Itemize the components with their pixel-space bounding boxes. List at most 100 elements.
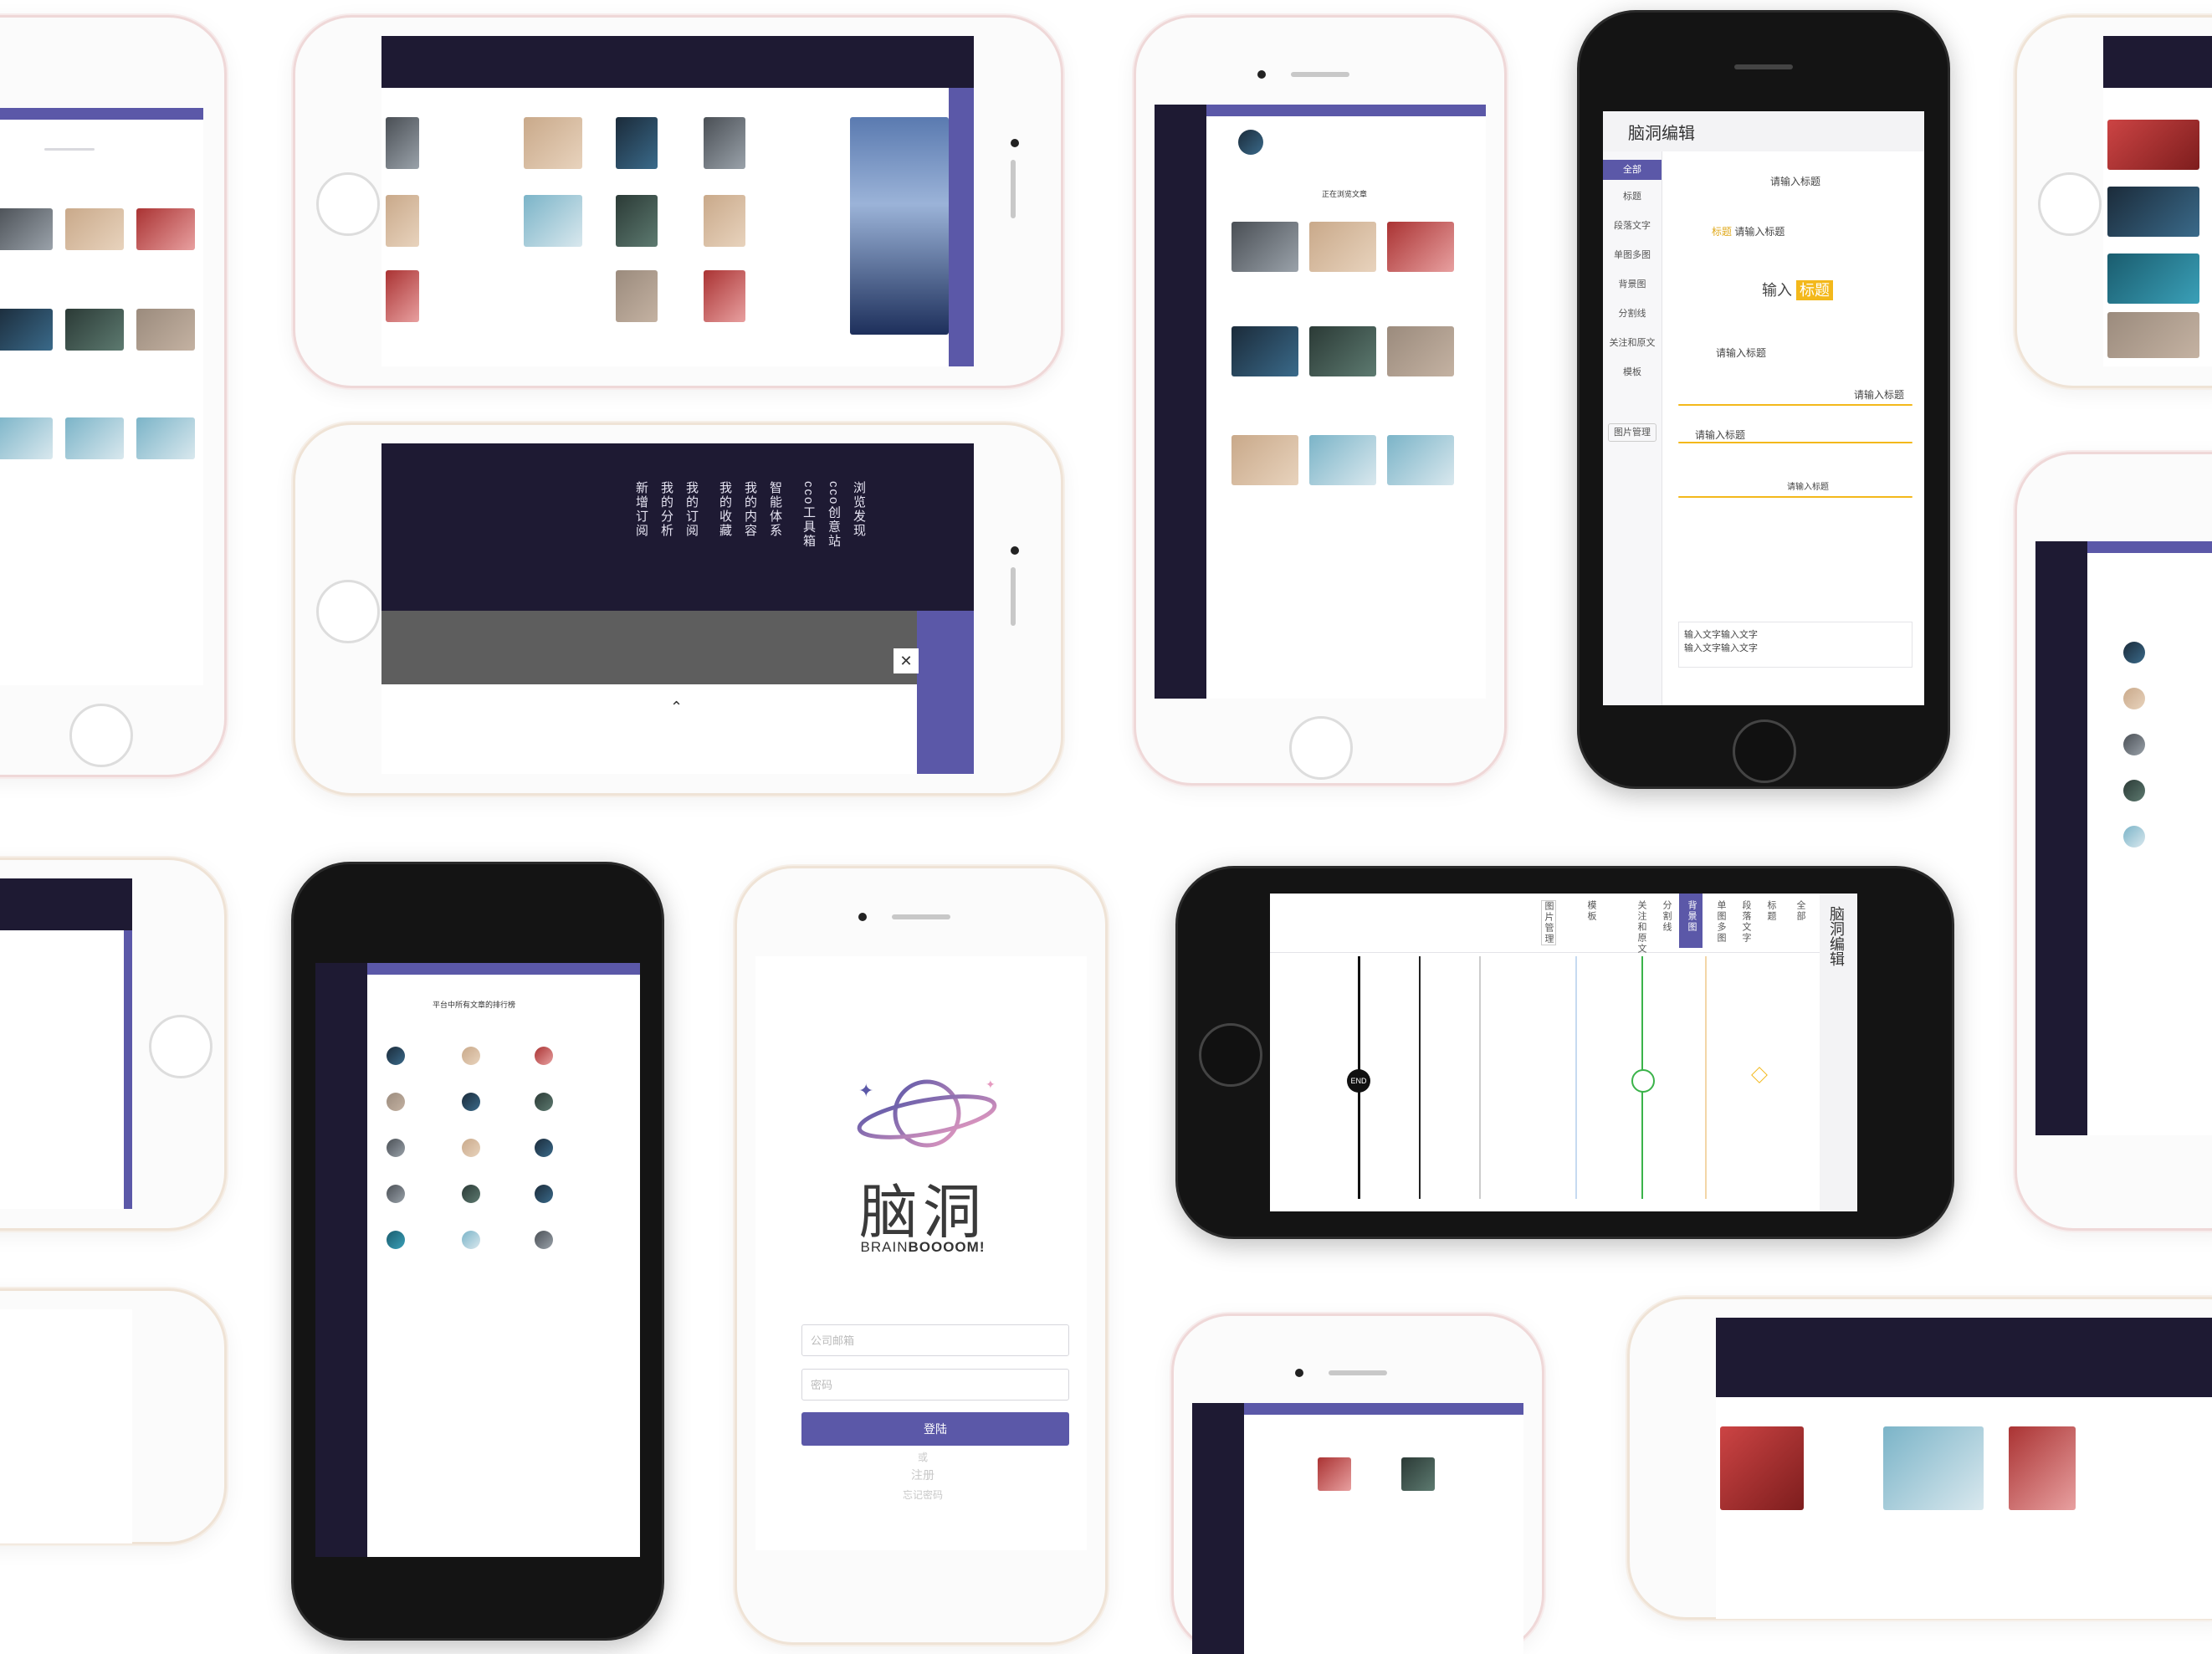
tab-follow[interactable]: 关注和原文 xyxy=(1635,900,1648,955)
phone-left-bottom-2 xyxy=(0,1288,227,1544)
sample-title-4[interactable]: 请输入标题 xyxy=(1716,346,1766,360)
close-button[interactable]: ✕ xyxy=(894,648,919,673)
image-manage-button[interactable]: 图片管理 xyxy=(1608,423,1656,442)
login-button[interactable]: 登陆 xyxy=(801,1412,1069,1446)
screen xyxy=(2103,36,2212,366)
screen xyxy=(1192,1403,1523,1654)
phone-landscape-grid xyxy=(293,15,1063,388)
phone-left-bottom xyxy=(0,858,227,1231)
nav-panel xyxy=(381,443,974,611)
sidebar xyxy=(381,36,974,88)
menu-item-0[interactable]: 浏览发现 xyxy=(850,481,868,538)
home-button[interactable] xyxy=(316,172,380,236)
screen xyxy=(1716,1318,2212,1619)
phone-right-top xyxy=(2015,15,2212,388)
image-manage-button[interactable]: 图片管理 xyxy=(1541,900,1556,945)
screen xyxy=(2035,541,2212,1135)
avatar xyxy=(1238,130,1263,155)
end-marker: END xyxy=(1347,1069,1370,1093)
phone-dashboard-portrait: 正在浏览文章 xyxy=(1134,15,1507,786)
top-bar xyxy=(1206,105,1486,116)
sample-body[interactable]: 输入文字输入文字 输入文字输入文字 xyxy=(1678,622,1912,668)
tab-paragraph[interactable]: 段落文字 xyxy=(1739,900,1753,944)
menu-item-2[interactable]: cco工具箱 xyxy=(800,481,817,548)
chevron-up-icon[interactable]: ⌃ xyxy=(670,699,683,716)
sidebar xyxy=(315,963,367,1557)
tab-template[interactable]: 模板 xyxy=(1585,900,1598,922)
screen xyxy=(381,36,974,366)
sample-title-7[interactable]: 请输入标题 xyxy=(1787,479,1829,492)
phone-editor-portrait: 脑洞编辑 全部 标题 段落文字 单图多图 背景图 分割线 关注和原文 模板 图片… xyxy=(1577,10,1950,789)
screen: 正在浏览文章 xyxy=(1155,105,1486,699)
sample-title-1[interactable]: 请输入标题 xyxy=(1770,174,1820,188)
sidebar xyxy=(1155,105,1206,699)
list-heading: 平台中所有文章的排行榜 xyxy=(433,1001,516,1009)
tab-divider[interactable]: 分割线 xyxy=(1660,900,1673,933)
home-button[interactable] xyxy=(149,1015,212,1078)
menu-item-1[interactable]: cco创意站 xyxy=(825,481,842,548)
phone-bottom-landscape xyxy=(1627,1297,2212,1620)
sample-title-2[interactable]: 标题 请输入标题 xyxy=(1712,224,1784,238)
svg-text:✦: ✦ xyxy=(858,1081,873,1102)
tab-background[interactable]: 背景图 xyxy=(1685,900,1698,933)
editor-title: 脑洞编辑 xyxy=(1628,125,1695,143)
screen: 脑洞编辑 全部 标题 段落文字 单图多图 背景图 分割线 关注和原文 模板 图片… xyxy=(1603,111,1924,705)
home-button[interactable] xyxy=(69,704,133,767)
phone-right-middle xyxy=(2015,452,2212,1231)
menu-item-3[interactable]: 智能体系 xyxy=(766,481,784,538)
top-bar xyxy=(367,963,640,975)
menu-title[interactable]: 标题 xyxy=(1603,189,1662,202)
home-button[interactable] xyxy=(1199,1023,1262,1087)
editor-title-label: 脑洞编辑 xyxy=(1828,906,1845,966)
home-button[interactable] xyxy=(2038,172,2102,236)
editor-menu: 全部 标题 段落文字 单图多图 背景图 分割线 关注和原文 模板 图片管理 xyxy=(1603,151,1662,705)
editor-header: 脑洞编辑 xyxy=(1603,111,1924,151)
logo-english: BRAINBOOOOM! xyxy=(860,1239,986,1255)
sample-title-3[interactable]: 输入 标题 xyxy=(1762,279,1834,300)
screen: 平台中所有文章的排行榜 xyxy=(315,963,640,1557)
email-field[interactable]: 公司邮箱 xyxy=(801,1324,1069,1356)
menu-all[interactable]: 全部 xyxy=(1603,160,1662,180)
menu-background[interactable]: 背景图 xyxy=(1603,277,1662,290)
screen xyxy=(0,1309,132,1544)
menu-divider[interactable]: 分割线 xyxy=(1603,306,1662,320)
register-link[interactable]: 注册 xyxy=(889,1467,956,1483)
password-field[interactable]: 密码 xyxy=(801,1369,1069,1401)
menu-item-5[interactable]: 我的收藏 xyxy=(716,481,734,538)
screen xyxy=(0,878,132,1209)
menu-paragraph[interactable]: 段落文字 xyxy=(1603,218,1662,232)
screen xyxy=(0,108,203,685)
screen: 脑洞编辑 脑洞编辑 全部 标题 段落文字 单图多图 背景图 分割线 关注和原文 … xyxy=(1270,894,1857,1211)
top-bar xyxy=(0,108,203,120)
divider-badge xyxy=(1631,1069,1655,1093)
or-divider: 或 xyxy=(917,1452,928,1463)
login-screen: ✦ ✦ 脑洞 BRAINBOOOOM! 公司邮箱 密码 登陆 或 注册 忘记密码 xyxy=(755,956,1087,1550)
menu-template[interactable]: 模板 xyxy=(1603,365,1662,378)
menu-item-4[interactable]: 我的内容 xyxy=(741,481,759,538)
sample-title-6[interactable]: 请输入标题 xyxy=(1695,428,1745,442)
menu-item-7[interactable]: 我的分析 xyxy=(658,481,675,538)
page-heading: 正在浏览文章 xyxy=(1322,190,1368,198)
planet-logo-icon: ✦ ✦ xyxy=(857,1078,997,1148)
menu-item-6[interactable]: 我的订阅 xyxy=(683,481,700,538)
sample-title-5[interactable]: 请输入标题 xyxy=(1854,387,1904,402)
phone-landscape-editor: 脑洞编辑 脑洞编辑 全部 标题 段落文字 单图多图 背景图 分割线 关注和原文 … xyxy=(1175,866,1954,1239)
phone-login: ✦ ✦ 脑洞 BRAINBOOOOM! 公司邮箱 密码 登陆 或 注册 忘记密码 xyxy=(735,866,1108,1645)
menu-follow[interactable]: 关注和原文 xyxy=(1603,335,1662,349)
svg-text:✦: ✦ xyxy=(986,1078,996,1092)
phone-landscape-nav: ✕ 浏览发现 cco创意站 cco工具箱 智能体系 我的内容 我的收藏 我的订阅… xyxy=(293,422,1063,796)
phone-dashboard-left-top xyxy=(0,15,227,777)
forgot-link[interactable]: 忘记密码 xyxy=(889,1488,956,1502)
home-button[interactable] xyxy=(1733,719,1796,783)
menu-images[interactable]: 单图多图 xyxy=(1603,248,1662,261)
tab-images[interactable]: 单图多图 xyxy=(1714,900,1728,944)
tab-title[interactable]: 标题 xyxy=(1764,900,1778,922)
home-button[interactable] xyxy=(316,580,380,643)
logo-chinese: 脑洞 xyxy=(859,1180,986,1245)
screen: ✕ 浏览发现 cco创意站 cco工具箱 智能体系 我的内容 我的收藏 我的订阅… xyxy=(381,443,974,774)
tab-all[interactable]: 全部 xyxy=(1794,900,1807,922)
menu-item-8[interactable]: 新增订阅 xyxy=(632,481,650,538)
phone-list-dashboard: 平台中所有文章的排行榜 xyxy=(291,862,664,1641)
phone-bottom-portrait xyxy=(1171,1313,1544,1654)
home-button[interactable] xyxy=(1289,716,1353,780)
